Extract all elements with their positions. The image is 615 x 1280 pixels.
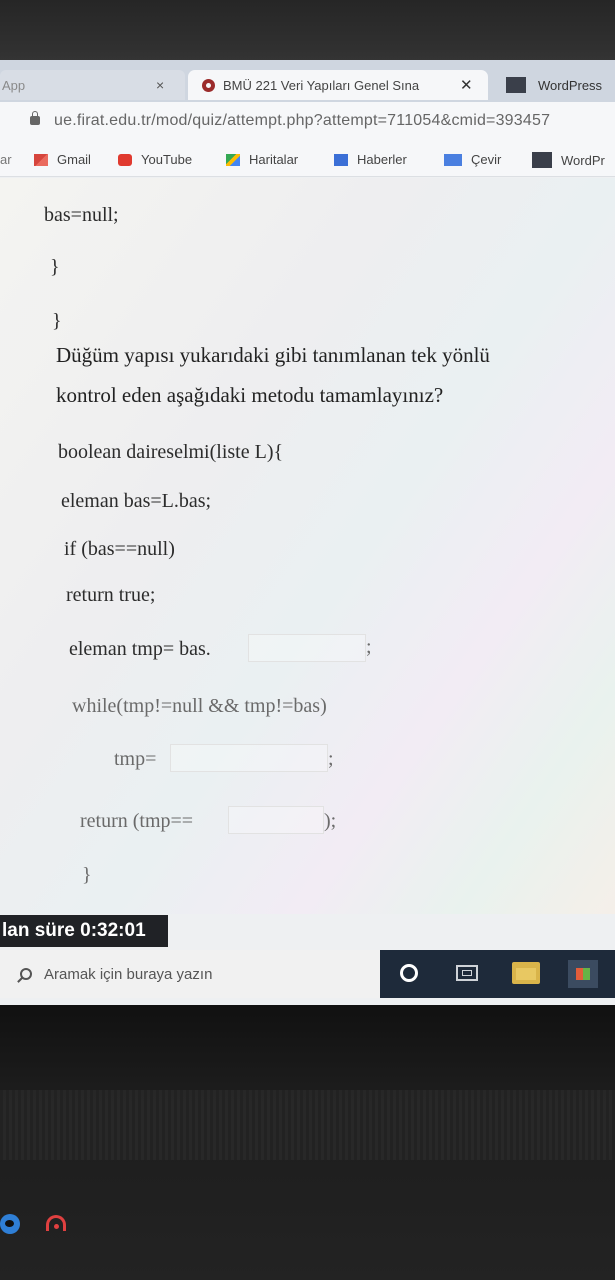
tab-quiz-label: BMÜ 221 Veri Yapıları Genel Sına: [223, 77, 420, 93]
bookmark-gmail-label: Gmail: [57, 152, 91, 167]
code-line-tmp: tmp=: [114, 748, 157, 770]
browser-tab-bar: App × BMÜ 221 Veri Yapıları Genel Sına ✕…: [0, 60, 615, 102]
quiz-content: bas=null; } } Düğüm yapısı yukarıdaki gi…: [0, 178, 615, 914]
code-close-paren: );: [324, 810, 337, 832]
gmail-icon: [34, 153, 48, 166]
tab-wordpress[interactable]: WordPress: [500, 70, 615, 100]
question-text-line-1: Düğüm yapısı yukarıdaki gibi tanımlanan …: [56, 343, 490, 367]
bookmark-news[interactable]: Haberler: [334, 152, 407, 167]
code-line-while: while(tmp!=null && tmp!=bas): [72, 695, 327, 717]
question-text-line-2: kontrol eden aşağıdaki metodu tamamlayın…: [56, 383, 444, 407]
tab-app[interactable]: App ×: [0, 70, 185, 100]
code-line-brace: }: [50, 256, 60, 278]
laptop-keyboard-edge: [0, 1090, 615, 1160]
lock-icon: [30, 111, 40, 125]
code-line-signature: boolean daireselmi(liste L){: [58, 441, 284, 463]
maps-icon: [226, 153, 240, 166]
code-line-if: if (bas==null): [64, 538, 175, 560]
taskbar-search-box[interactable]: Aramak için buraya yazın: [0, 950, 380, 998]
tab-app-close-icon[interactable]: ×: [156, 77, 164, 93]
tab-quiz[interactable]: BMÜ 221 Veri Yapıları Genel Sına ✕: [188, 70, 488, 100]
store-icon[interactable]: [568, 960, 598, 988]
file-explorer-icon[interactable]: [512, 962, 540, 984]
url-text[interactable]: ue.firat.edu.tr/mod/quiz/attempt.php?att…: [54, 112, 550, 130]
timer-label: lan süre: [2, 920, 75, 941]
answer-blank-2[interactable]: [170, 744, 328, 772]
monitor-screen: App × BMÜ 221 Veri Yapıları Genel Sına ✕…: [0, 60, 615, 1005]
bookmark-gmail[interactable]: Gmail: [34, 152, 91, 167]
code-line-brace: }: [82, 864, 92, 886]
bookmark-translate-label: Çevir: [471, 152, 502, 167]
bookmark-youtube[interactable]: YouTube: [118, 152, 192, 167]
code-line-return-true: return true;: [66, 584, 156, 606]
code-line-tmp-assign: eleman tmp= bas.: [69, 638, 211, 660]
bookmark-maps[interactable]: Haritalar: [226, 152, 298, 167]
code-line-return: return (tmp==: [80, 810, 194, 832]
bookmark-translate[interactable]: Çevir: [444, 152, 501, 167]
tab-wordpress-label: WordPress: [538, 77, 603, 93]
code-line-brace: }: [52, 310, 62, 332]
bookmark-wordpress-label: WordPr: [561, 152, 605, 168]
taskbar-search-placeholder: Aramak için buraya yazın: [44, 965, 213, 983]
code-line-bas-null: bas=null;: [44, 204, 119, 226]
answer-blank-3[interactable]: [228, 806, 324, 834]
code-line-bas-assign: eleman bas=L.bas;: [61, 490, 212, 512]
remaining-time-timer: lan süre 0:32:01: [0, 915, 168, 947]
bookmark-news-label: Haberler: [357, 152, 407, 167]
bookmark-wordpress[interactable]: WordPr: [532, 152, 605, 168]
moodle-favicon-icon: [202, 78, 215, 92]
edge-browser-icon: [0, 1214, 20, 1234]
cortana-icon[interactable]: [400, 964, 418, 982]
code-semicolon: ;: [366, 636, 372, 658]
search-icon: [20, 968, 32, 980]
translate-icon: [444, 153, 462, 166]
news-icon: [334, 153, 348, 166]
answer-blank-1[interactable]: [248, 634, 366, 662]
wordpress-favicon-icon: [506, 77, 526, 93]
windows-taskbar: Aramak için buraya yazın: [0, 950, 615, 998]
wordpress-icon: [532, 152, 552, 168]
timer-value: 0:32:01: [80, 920, 146, 941]
bookmark-apps-label: ar: [0, 152, 12, 167]
youtube-icon: [118, 153, 132, 166]
wifi-icon: [46, 1215, 68, 1233]
bookmark-youtube-label: YouTube: [141, 152, 193, 167]
tab-app-label: App: [2, 77, 26, 93]
bookmark-apps[interactable]: ar: [0, 152, 12, 167]
bookmarks-bar: ar Gmail YouTube Haritalar Haberler Çevi…: [0, 142, 615, 177]
bookmark-maps-label: Haritalar: [249, 152, 299, 167]
task-view-icon[interactable]: [456, 965, 478, 981]
address-bar[interactable]: ue.firat.edu.tr/mod/quiz/attempt.php?att…: [0, 102, 615, 142]
tab-quiz-close-icon[interactable]: ✕: [460, 76, 473, 94]
code-semicolon: ;: [328, 748, 334, 770]
